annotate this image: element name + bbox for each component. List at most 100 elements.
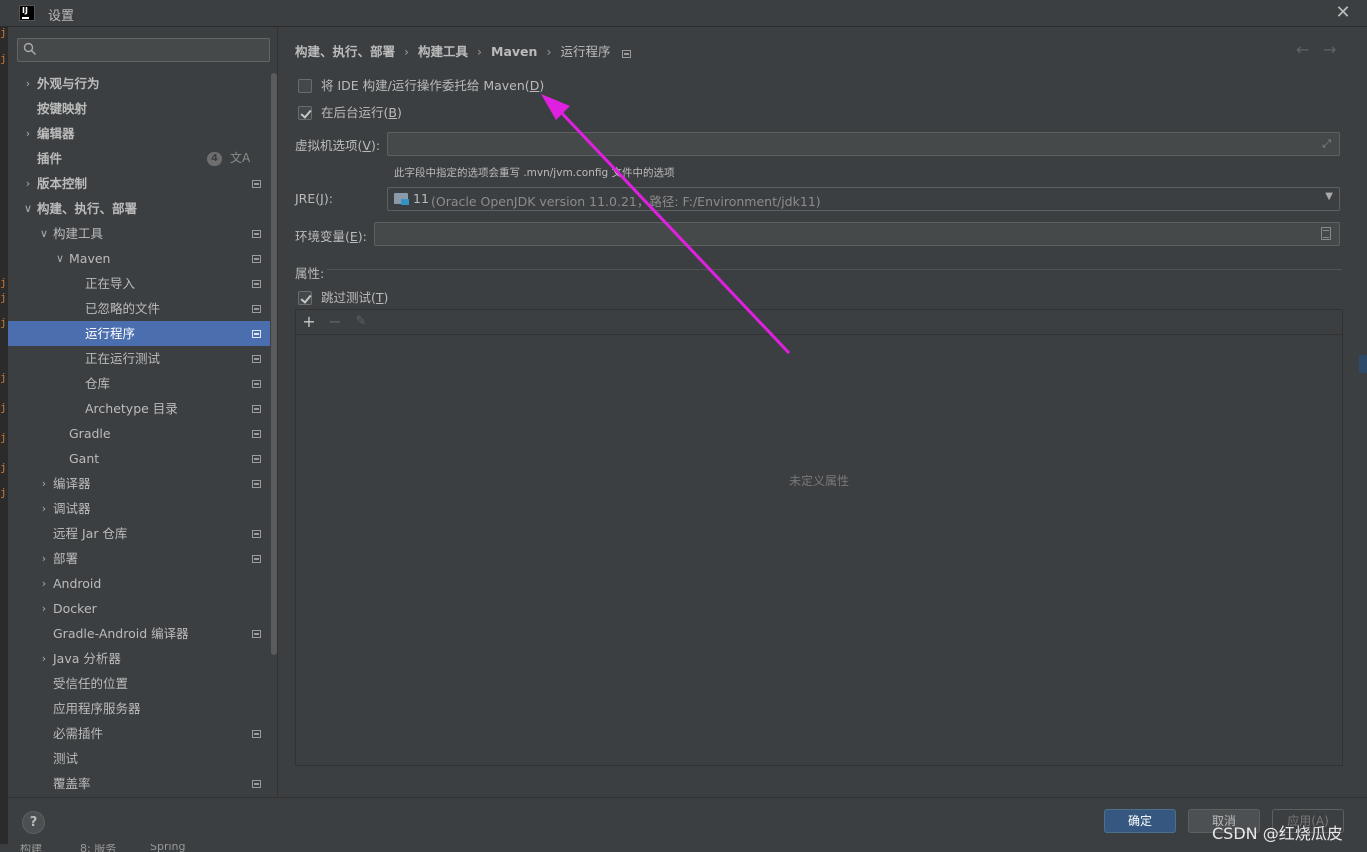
sidebar-item[interactable]: 插件 4 文A bbox=[8, 146, 270, 171]
sidebar-item[interactable]: › Java 分析器 bbox=[8, 646, 270, 671]
sidebar-item-label: 按键映射 bbox=[37, 101, 88, 116]
vm-options-label: 虚拟机选项(V): bbox=[295, 138, 381, 153]
sidebar-item[interactable]: › 外观与行为 bbox=[8, 71, 270, 96]
sidebar-item[interactable]: 覆盖率 bbox=[8, 771, 270, 796]
sidebar-item[interactable]: 应用程序服务器 bbox=[8, 696, 270, 721]
chevron-right-icon[interactable]: › bbox=[22, 71, 34, 96]
delegate-to-maven-checkbox-row[interactable]: 将 IDE 构建/运行操作委托给 Maven(D) bbox=[298, 77, 558, 95]
chevron-right-icon[interactable]: › bbox=[38, 471, 50, 496]
sidebar-item-label: 覆盖率 bbox=[53, 776, 91, 791]
sidebar-item[interactable]: 按键映射 bbox=[8, 96, 270, 121]
project-scope-icon bbox=[252, 630, 261, 638]
sidebar-item[interactable]: 已忽略的文件 bbox=[8, 296, 270, 321]
sidebar-item[interactable]: Gradle bbox=[8, 421, 270, 446]
chevron-down-icon[interactable]: ∨ bbox=[22, 196, 34, 221]
add-icon[interactable]: + bbox=[299, 311, 319, 333]
editor-gutter-glyph: j bbox=[0, 431, 7, 444]
sidebar-item-label: 插件 bbox=[37, 151, 63, 166]
sidebar-item[interactable]: 测试 bbox=[8, 746, 270, 771]
editor-gutter-glyph: j bbox=[0, 486, 7, 499]
vm-options-field[interactable]: ⤢ bbox=[387, 132, 1340, 156]
chevron-down-icon[interactable]: ∨ bbox=[54, 246, 66, 271]
document-icon[interactable] bbox=[1321, 227, 1331, 240]
vm-options-hint: 此字段中指定的选项会重写 .mvn/jvm.config 文件中的选项 bbox=[394, 167, 675, 179]
sidebar-item[interactable]: › Android bbox=[8, 571, 270, 596]
sidebar-item[interactable]: 正在运行测试 bbox=[8, 346, 270, 371]
properties-empty-text: 未定义属性 bbox=[788, 474, 849, 488]
sidebar-item-label: 构建、执行、部署 bbox=[37, 201, 138, 216]
search-input[interactable] bbox=[40, 41, 268, 59]
run-in-background-label: 在后台运行(B) bbox=[321, 105, 402, 120]
delegate-to-maven-checkbox[interactable] bbox=[298, 79, 312, 93]
sidebar-item[interactable]: 正在导入 bbox=[8, 271, 270, 296]
chevron-right-icon[interactable]: › bbox=[38, 571, 50, 596]
sidebar-item[interactable]: › 部署 bbox=[8, 546, 270, 571]
remove-icon[interactable]: − bbox=[325, 311, 345, 333]
search-icon bbox=[23, 42, 37, 56]
sidebar-item[interactable]: 运行程序 bbox=[8, 321, 270, 346]
sidebar-item[interactable]: › 调试器 bbox=[8, 496, 270, 521]
sidebar-item[interactable]: ∨ Maven bbox=[8, 246, 270, 271]
spring-tool-tab[interactable]: Spring bbox=[150, 844, 186, 852]
jre-version: 11 bbox=[413, 191, 429, 206]
sidebar-item-label: Docker bbox=[53, 601, 97, 616]
sidebar-item-label: 受信任的位置 bbox=[53, 676, 129, 691]
project-scope-icon bbox=[252, 330, 261, 338]
edit-icon[interactable]: ✎ bbox=[351, 311, 371, 333]
sidebar-item[interactable]: › Docker bbox=[8, 596, 270, 621]
sidebar-item[interactable]: 受信任的位置 bbox=[8, 671, 270, 696]
skip-tests-checkbox[interactable] bbox=[298, 291, 312, 305]
project-scope-icon bbox=[252, 430, 261, 438]
chevron-right-icon[interactable]: › bbox=[38, 646, 50, 671]
editor-gutter-glyph: j bbox=[0, 461, 7, 474]
editor-gutter: jjjjjjjjjj bbox=[0, 26, 8, 852]
chevron-right-icon[interactable]: › bbox=[22, 171, 34, 196]
jre-label: JRE(J): bbox=[295, 191, 333, 206]
sidebar-item[interactable]: Gant bbox=[8, 446, 270, 471]
sidebar-item[interactable]: 必需插件 bbox=[8, 721, 270, 746]
expand-icon[interactable]: ⤢ bbox=[1322, 137, 1331, 151]
sidebar-item[interactable]: ∨ 构建、执行、部署 bbox=[8, 196, 270, 221]
project-scope-icon bbox=[252, 280, 261, 288]
settings-dialog: jjjjjjjjjj 设置 ✕ ›外观与行为按键映射›编辑器插件4文A›版本控制… bbox=[0, 0, 1367, 852]
editor-gutter-glyph: j bbox=[0, 401, 7, 414]
chevron-right-icon[interactable]: › bbox=[38, 546, 50, 571]
sidebar-item[interactable]: Gradle-Android 编译器 bbox=[8, 621, 270, 646]
chevron-right-icon: › bbox=[477, 44, 483, 59]
project-scope-icon bbox=[252, 780, 261, 788]
sidebar-item[interactable]: › 编译器 bbox=[8, 471, 270, 496]
chevron-right-icon[interactable]: › bbox=[38, 496, 50, 521]
sidebar-item[interactable]: ∨ 构建工具 bbox=[8, 221, 270, 246]
build-tool-tab[interactable]: 构建 bbox=[20, 844, 42, 852]
properties-table[interactable]: + − ✎ 未定义属性 bbox=[295, 309, 1343, 766]
chevron-down-icon[interactable]: ∨ bbox=[38, 221, 50, 246]
breadcrumb-item: 运行程序 bbox=[560, 44, 611, 59]
help-button[interactable]: ? bbox=[22, 811, 45, 834]
editor-edge bbox=[1359, 355, 1367, 373]
project-scope-icon bbox=[252, 355, 261, 363]
sidebar-item-label: 正在运行测试 bbox=[85, 351, 161, 366]
forward-arrow-icon[interactable]: → bbox=[1323, 40, 1336, 59]
sidebar-item[interactable]: › 编辑器 bbox=[8, 121, 270, 146]
project-scope-icon bbox=[252, 305, 261, 313]
sidebar-item[interactable]: 远程 Jar 仓库 bbox=[8, 521, 270, 546]
sidebar-item[interactable]: Archetype 目录 bbox=[8, 396, 270, 421]
skip-tests-label: 跳过测试(T) bbox=[321, 290, 389, 305]
sidebar-scrollbar[interactable] bbox=[271, 73, 277, 655]
run-in-background-checkbox-row[interactable]: 在后台运行(B) bbox=[298, 104, 438, 122]
run-in-background-checkbox[interactable] bbox=[298, 106, 312, 120]
search-box[interactable] bbox=[17, 38, 270, 62]
services-tool-tab[interactable]: 8: 服务 bbox=[80, 844, 116, 852]
back-arrow-icon[interactable]: ← bbox=[1296, 40, 1309, 59]
sidebar-item-label: Gradle bbox=[69, 426, 111, 441]
close-icon[interactable]: ✕ bbox=[1332, 2, 1354, 24]
skip-tests-checkbox-row[interactable]: 跳过测试(T) bbox=[298, 289, 418, 307]
sidebar-item[interactable]: 仓库 bbox=[8, 371, 270, 396]
chevron-right-icon[interactable]: › bbox=[38, 596, 50, 621]
sidebar-item[interactable]: › 版本控制 bbox=[8, 171, 270, 196]
ok-button[interactable]: 确定 bbox=[1104, 809, 1176, 833]
jre-select[interactable]: 11 (Oracle OpenJDK version 11.0.21，路径: F… bbox=[387, 187, 1340, 211]
env-vars-field[interactable] bbox=[374, 222, 1340, 246]
chevron-right-icon[interactable]: › bbox=[22, 121, 34, 146]
breadcrumb: 构建、执行、部署 › 构建工具 › Maven › 运行程序 bbox=[295, 43, 632, 61]
